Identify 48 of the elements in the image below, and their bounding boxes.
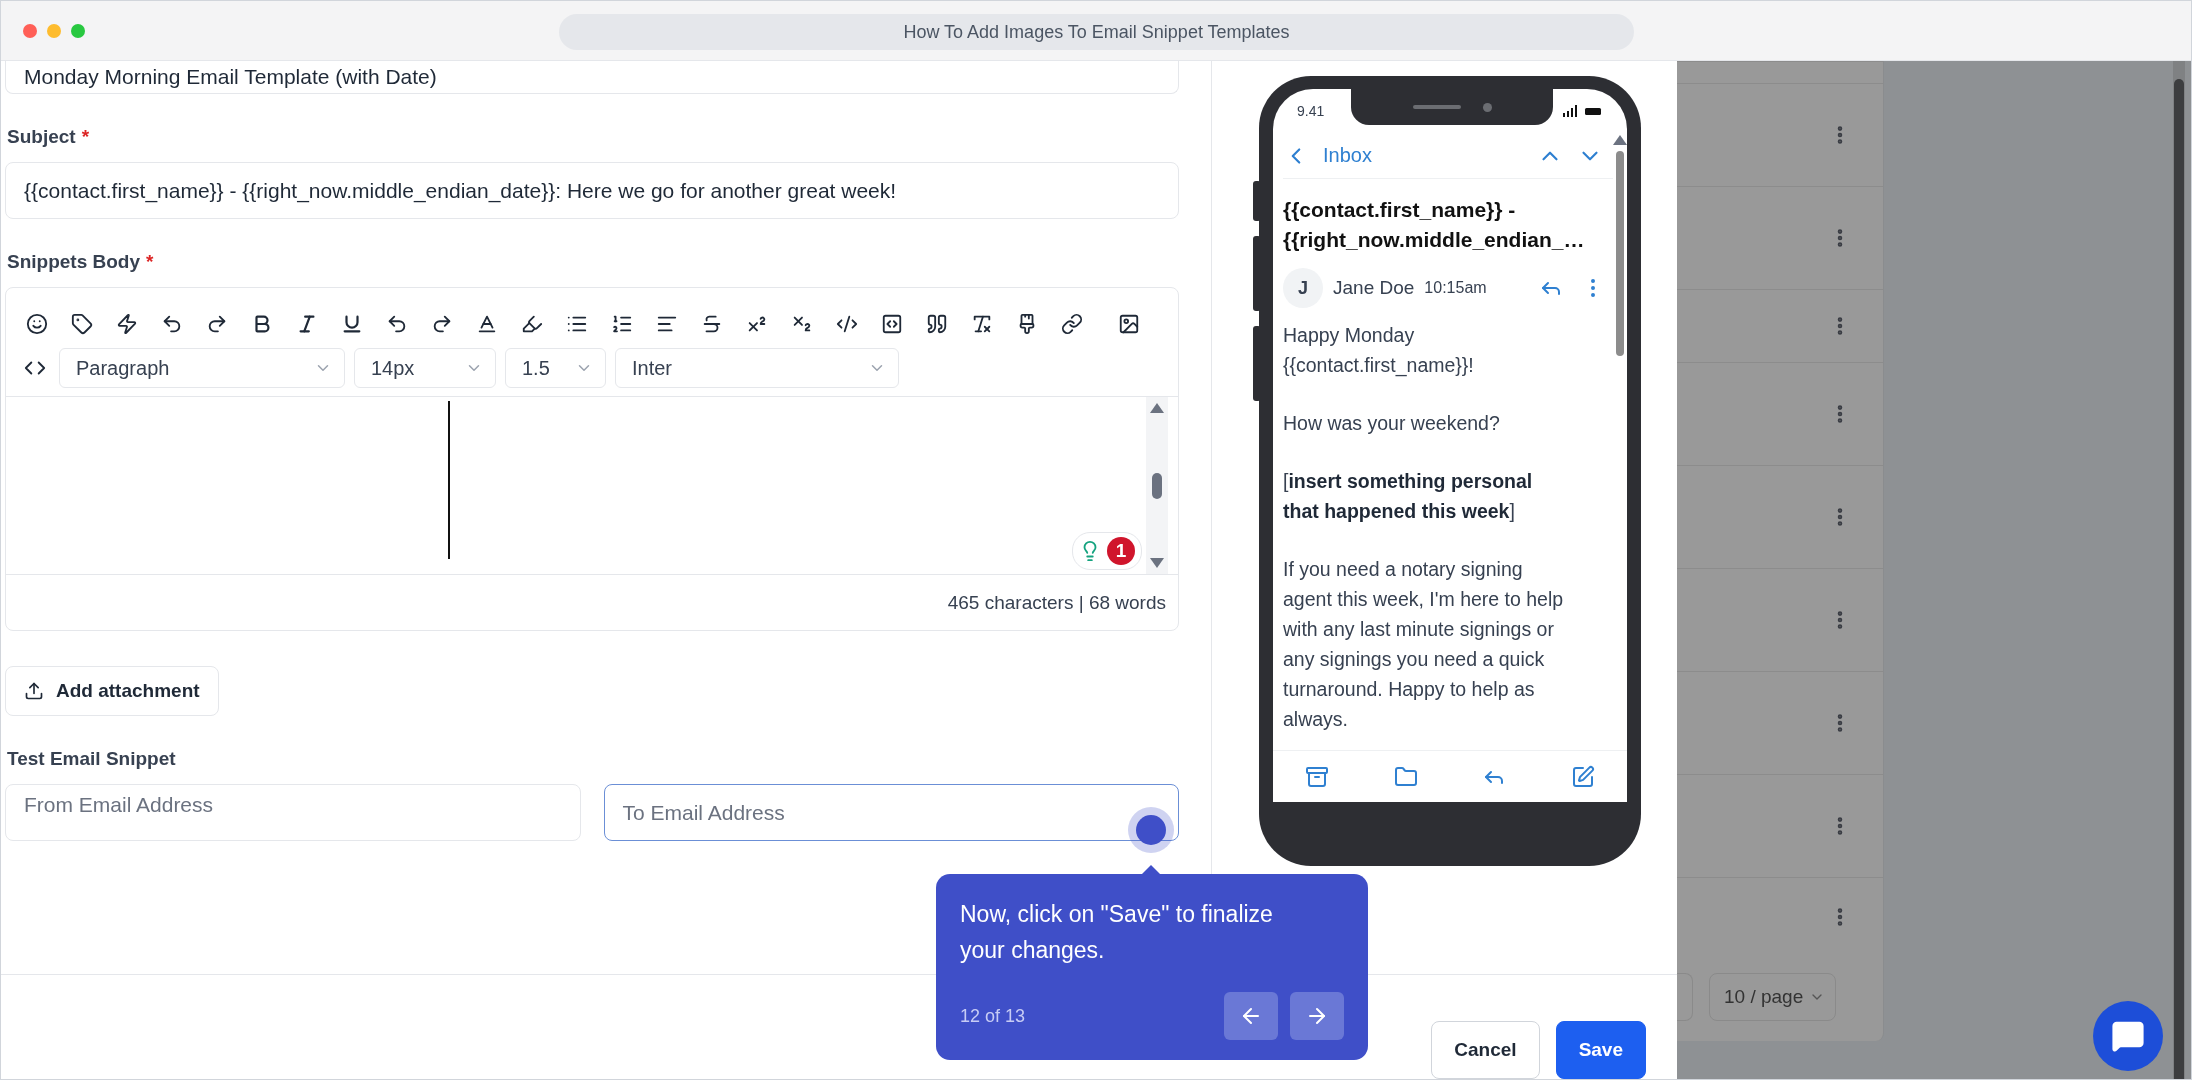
cancel-button[interactable]: Cancel bbox=[1431, 1021, 1540, 1079]
issue-count: 1 bbox=[1107, 537, 1135, 565]
field-label: Snippets Body bbox=[7, 251, 140, 273]
compose-icon[interactable] bbox=[1570, 764, 1595, 789]
next-button[interactable] bbox=[1290, 992, 1344, 1040]
field-label: Subject bbox=[7, 126, 76, 148]
sender-name: Jane Doe bbox=[1333, 277, 1415, 299]
step-counter: 12 of 13 bbox=[960, 1005, 1027, 1027]
upload-icon bbox=[24, 681, 44, 701]
subject-field[interactable]: {{contact.first_name}} - {{right_now.middle_endian_date}}: Here we go for another great week! bbox=[5, 162, 1179, 219]
maximize-dot[interactable] bbox=[71, 23, 85, 38]
window-title: How To Add Images To Email Snippet Templates bbox=[559, 14, 1634, 50]
required-mark: * bbox=[146, 251, 154, 273]
chat-icon bbox=[2111, 1019, 2145, 1053]
email-field[interactable]: To Email Address bbox=[603, 784, 1179, 841]
tour-hotspot[interactable] bbox=[1128, 807, 1174, 853]
tooltip-text: Now, click on "Save" to finalize your changes. bbox=[960, 900, 1274, 965]
folder-icon[interactable] bbox=[1393, 764, 1418, 789]
minimize-dot[interactable] bbox=[47, 23, 61, 38]
grammar-widget[interactable]: 1 bbox=[1072, 532, 1142, 570]
email-paragraph: [insert something personal that happened this week] bbox=[1283, 469, 1534, 524]
add-attachment-button[interactable]: Add attachment bbox=[5, 666, 219, 716]
archive-icon[interactable] bbox=[1305, 764, 1330, 789]
status-time: 9.41 bbox=[1297, 103, 1325, 119]
format-select[interactable]: 1.5 bbox=[505, 348, 606, 388]
save-button[interactable]: Save bbox=[1555, 1021, 1646, 1079]
section-label: Test Email Snippet bbox=[7, 748, 176, 770]
inbox-link[interactable]: Inbox bbox=[1323, 144, 1372, 168]
email-paragraph: Happy Monday {{contact.first_name}}! bbox=[1283, 323, 1475, 379]
email-subject: {{contact.first_name}} - {{right_now.middle_endian_… bbox=[1283, 197, 1586, 253]
previous-button[interactable] bbox=[1224, 992, 1278, 1040]
format-select[interactable]: Inter bbox=[615, 348, 899, 388]
sender-avatar: J bbox=[1283, 268, 1323, 308]
camera-icon bbox=[1482, 102, 1492, 112]
sent-time: 10:15am bbox=[1424, 279, 1487, 297]
email-paragraph: How was your weekend? bbox=[1283, 411, 1501, 436]
template-name-field[interactable]: Monday Morning Email Template (with Date) bbox=[5, 61, 1179, 94]
character-count: 465 characters | 68 words bbox=[947, 591, 1166, 614]
signal-battery-icon bbox=[1563, 105, 1603, 117]
email-paragraph: If you need a notary signing agent this week, I'm here to help with any last minute signings or any signings you need a quick turnaround. Happy to help as always. bbox=[1283, 557, 1565, 732]
format-select[interactable]: Paragraph bbox=[59, 348, 345, 388]
scrollbar[interactable] bbox=[2173, 61, 2185, 1079]
scrollbar[interactable] bbox=[1146, 397, 1168, 574]
page-size-select[interactable]: 10 / page bbox=[1709, 973, 1837, 1021]
format-select[interactable]: 14px bbox=[354, 348, 496, 388]
required-mark: * bbox=[81, 126, 90, 148]
close-dot[interactable] bbox=[23, 23, 37, 38]
email-field[interactable]: From Email Address bbox=[5, 784, 581, 841]
